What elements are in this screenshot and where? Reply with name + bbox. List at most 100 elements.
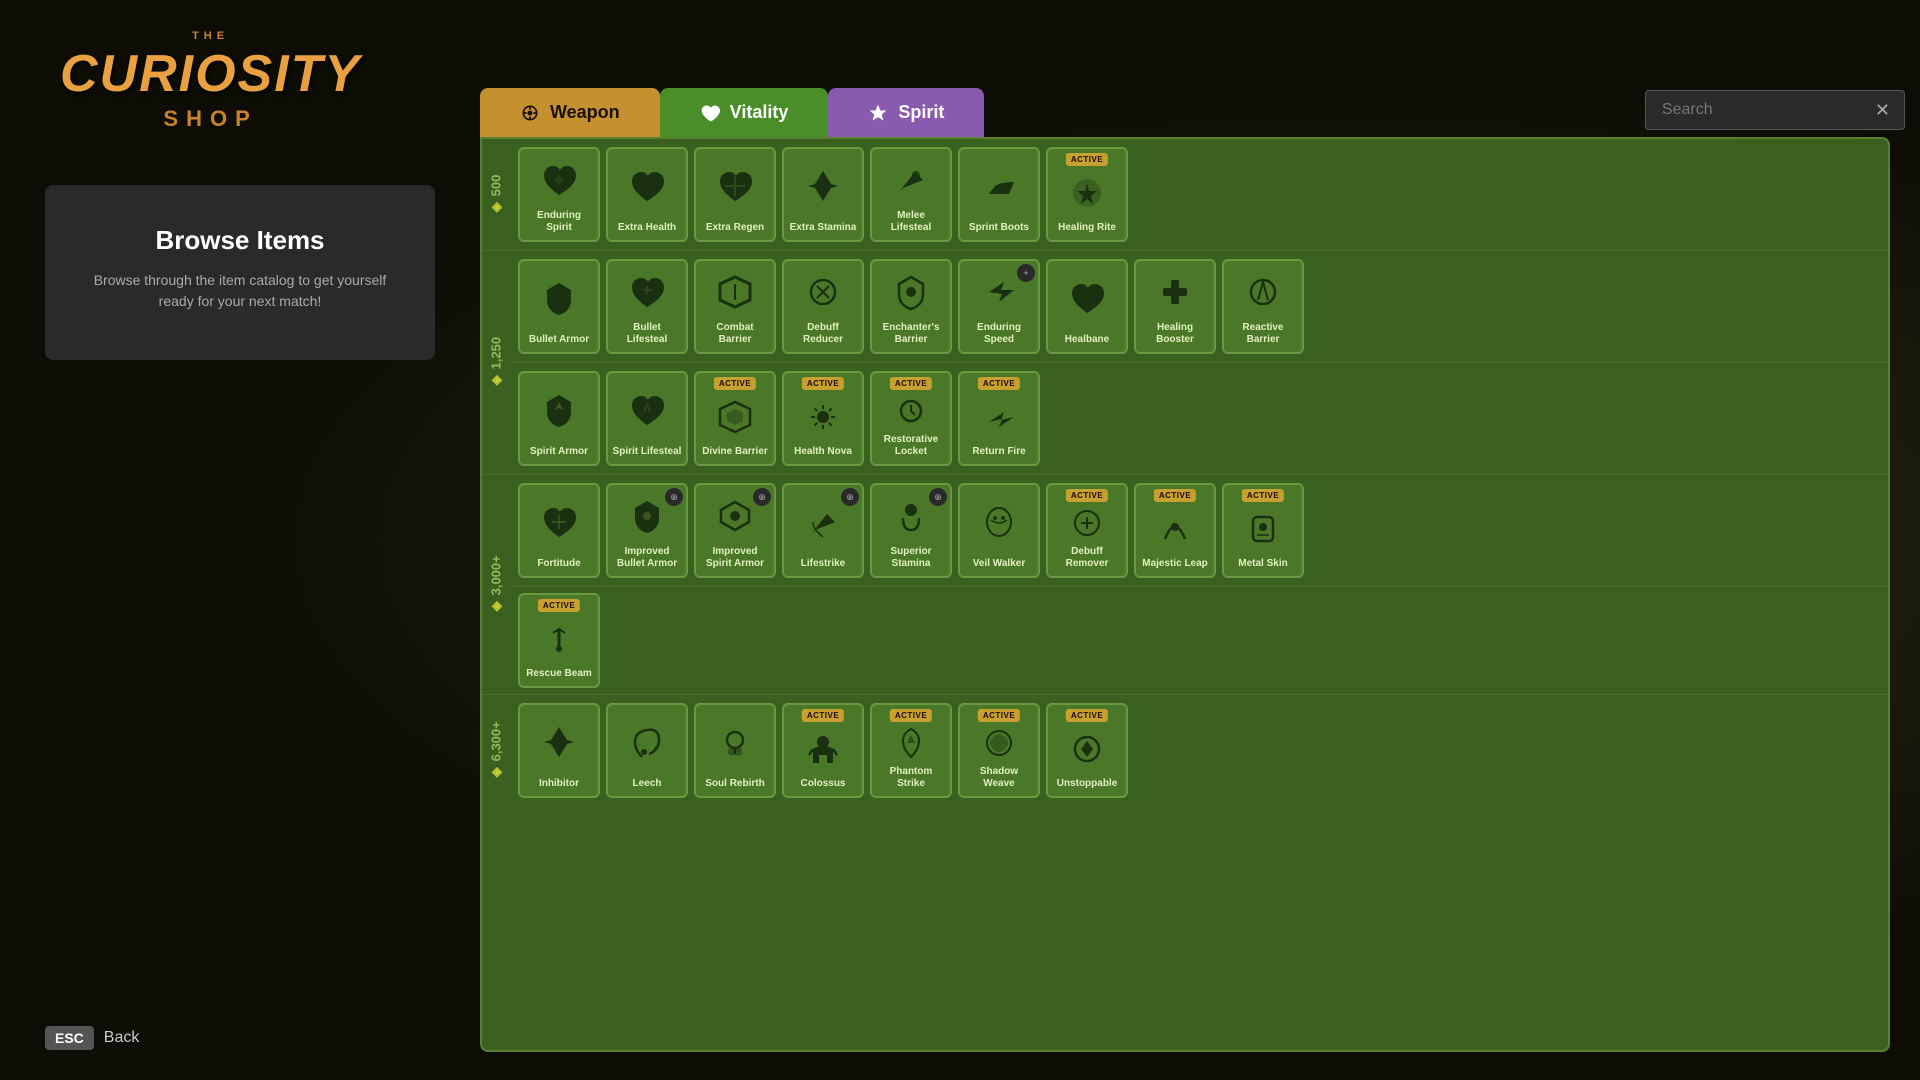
- back-button-area[interactable]: ESC Back: [45, 1026, 139, 1050]
- item-leech[interactable]: Leech: [606, 703, 688, 798]
- item-soul-rebirth[interactable]: Soul Rebirth: [694, 703, 776, 798]
- item-unstoppable[interactable]: ACTIVE Unstoppable: [1046, 703, 1128, 798]
- item-reactive-barrier[interactable]: Reactive Barrier: [1222, 259, 1304, 354]
- price-label-1250: ◈ 1,250: [482, 251, 510, 474]
- item-extra-health[interactable]: Extra Health: [606, 147, 688, 242]
- item-enduring-speed[interactable]: + Enduring Speed: [958, 259, 1040, 354]
- item-name-veil-walker: Veil Walker: [969, 558, 1029, 570]
- tabs-container: Weapon Vitality Spirit: [480, 88, 984, 137]
- item-name-colossus: Colossus: [796, 778, 849, 790]
- price-label-6300: ◈ 6,300+: [482, 695, 510, 806]
- item-melee-lifesteal[interactable]: Melee Lifesteal: [870, 147, 952, 242]
- item-restorative-locket[interactable]: ACTIVE Restorative Locket: [870, 371, 952, 466]
- logo-the: THE: [60, 30, 361, 43]
- logo-curiosity: CURIOSITY: [60, 43, 361, 105]
- health-nova-active-badge: ACTIVE: [802, 377, 844, 390]
- item-lifestrike[interactable]: ⊕ Lifestrike: [782, 483, 864, 578]
- price-section-500: ◈ 500 Enduring Spirit Extra Health Extra…: [482, 139, 1888, 251]
- item-spirit-armor[interactable]: Spirit Armor: [518, 371, 600, 466]
- item-name-majestic-leap: Majestic Leap: [1138, 558, 1212, 570]
- item-name-healing-booster: Healing Booster: [1136, 322, 1214, 346]
- item-extra-regen[interactable]: Extra Regen: [694, 147, 776, 242]
- item-improved-bullet-armor[interactable]: ⊕ Improved Bullet Armor: [606, 483, 688, 578]
- item-bullet-armor[interactable]: Bullet Armor: [518, 259, 600, 354]
- item-name-extra-regen: Extra Regen: [702, 222, 768, 234]
- item-sprint-boots[interactable]: Sprint Boots: [958, 147, 1040, 242]
- phantom-strike-active-badge: ACTIVE: [890, 709, 932, 722]
- item-health-nova[interactable]: ACTIVE Health Nova: [782, 371, 864, 466]
- item-rescue-beam[interactable]: ACTIVE Rescue Beam: [518, 593, 600, 688]
- item-name-unstoppable: Unstoppable: [1053, 778, 1122, 790]
- tab-spirit[interactable]: Spirit: [828, 88, 984, 137]
- colossus-active-badge: ACTIVE: [802, 709, 844, 722]
- search-bar[interactable]: ✕: [1645, 90, 1890, 130]
- metal-skin-active-badge: ACTIVE: [1242, 489, 1284, 502]
- item-healing-rite[interactable]: ACTIVE Healing Rite: [1046, 147, 1128, 242]
- rescue-beam-active-badge: ACTIVE: [538, 599, 580, 612]
- item-name-return-fire: Return Fire: [968, 446, 1029, 458]
- item-name-combat-barrier: Combat Barrier: [696, 322, 774, 346]
- item-name-leech: Leech: [629, 778, 666, 790]
- logo-shop: SHOP: [60, 106, 361, 132]
- divine-barrier-active-badge: ACTIVE: [714, 377, 756, 390]
- item-fortitude[interactable]: Fortitude: [518, 483, 600, 578]
- item-shadow-weave[interactable]: ACTIVE Shadow Weave: [958, 703, 1040, 798]
- item-debuff-remover[interactable]: ACTIVE Debuff Remover: [1046, 483, 1128, 578]
- item-debuff-reducer[interactable]: Debuff Reducer: [782, 259, 864, 354]
- price-label-500: ◈ 500: [482, 139, 510, 250]
- item-name-improved-spirit-armor: Improved Spirit Armor: [696, 546, 774, 570]
- item-combat-barrier[interactable]: Combat Barrier: [694, 259, 776, 354]
- unstoppable-active-badge: ACTIVE: [1066, 709, 1108, 722]
- item-improved-spirit-armor[interactable]: ⊕ Improved Spirit Armor: [694, 483, 776, 578]
- item-name-enduring-speed: Enduring Speed: [960, 322, 1038, 346]
- debuff-remover-active-badge: ACTIVE: [1066, 489, 1108, 502]
- price-label-3000: ◈ 3,000+: [482, 475, 510, 694]
- items-row-1250b: Spirit Armor Spirit Lifesteal ACTIVE Div…: [510, 362, 1888, 474]
- item-divine-barrier[interactable]: ACTIVE Divine Barrier: [694, 371, 776, 466]
- search-input[interactable]: [1645, 90, 1905, 130]
- item-name-divine-barrier: Divine Barrier: [698, 446, 772, 458]
- item-name-restorative-locket: Restorative Locket: [872, 434, 950, 458]
- item-healbane[interactable]: Healbane: [1046, 259, 1128, 354]
- item-name-inhibitor: Inhibitor: [535, 778, 583, 790]
- item-name-bullet-armor: Bullet Armor: [525, 334, 593, 346]
- item-phantom-strike[interactable]: ACTIVE Phantom Strike: [870, 703, 952, 798]
- search-close-button[interactable]: ✕: [1875, 100, 1890, 121]
- item-healing-booster[interactable]: Healing Booster: [1134, 259, 1216, 354]
- item-name-melee-lifesteal: Melee Lifesteal: [872, 210, 950, 234]
- item-spirit-lifesteal[interactable]: Spirit Lifesteal: [606, 371, 688, 466]
- item-name-lifestrike: Lifestrike: [797, 558, 849, 570]
- item-name-fortitude: Fortitude: [533, 558, 584, 570]
- item-metal-skin[interactable]: ACTIVE Metal Skin: [1222, 483, 1304, 578]
- tab-spirit-label: Spirit: [898, 102, 944, 123]
- tab-vitality-label: Vitality: [730, 102, 789, 123]
- browse-title: Browse Items: [80, 225, 400, 256]
- tab-weapon[interactable]: Weapon: [480, 88, 660, 137]
- back-label: Back: [104, 1029, 140, 1047]
- item-name-debuff-remover: Debuff Remover: [1048, 546, 1126, 570]
- healing-rite-active-badge: ACTIVE: [1066, 153, 1108, 166]
- majestic-leap-active-badge: ACTIVE: [1154, 489, 1196, 502]
- tab-vitality[interactable]: Vitality: [660, 88, 829, 137]
- item-enchanters-barrier[interactable]: Enchanter's Barrier: [870, 259, 952, 354]
- item-superior-stamina[interactable]: ⊕ Superior Stamina: [870, 483, 952, 578]
- content-scroll[interactable]: ◈ 500 Enduring Spirit Extra Health Extra…: [482, 139, 1888, 1050]
- item-bullet-lifesteal[interactable]: Bullet Lifesteal: [606, 259, 688, 354]
- content-area: ◈ 500 Enduring Spirit Extra Health Extra…: [480, 137, 1890, 1052]
- item-name-shadow-weave: Shadow Weave: [960, 766, 1038, 790]
- item-inhibitor[interactable]: Inhibitor: [518, 703, 600, 798]
- browse-description: Browse through the item catalog to get y…: [80, 270, 400, 312]
- price-section-6300: ◈ 6,300+ Inhibitor Leech Soul Rebirth: [482, 695, 1888, 806]
- browse-panel: Browse Items Browse through the item cat…: [45, 185, 435, 360]
- item-colossus[interactable]: ACTIVE Colossus: [782, 703, 864, 798]
- item-name-spirit-armor: Spirit Armor: [526, 446, 592, 458]
- item-extra-stamina[interactable]: Extra Stamina: [782, 147, 864, 242]
- item-name-extra-stamina: Extra Stamina: [786, 222, 861, 234]
- item-enduring-spirit[interactable]: Enduring Spirit: [518, 147, 600, 242]
- item-name-enduring-spirit: Enduring Spirit: [520, 210, 598, 234]
- item-return-fire[interactable]: ACTIVE Return Fire: [958, 371, 1040, 466]
- item-veil-walker[interactable]: Veil Walker: [958, 483, 1040, 578]
- item-name-health-nova: Health Nova: [790, 446, 856, 458]
- item-majestic-leap[interactable]: ACTIVE Majestic Leap: [1134, 483, 1216, 578]
- item-name-enchanters-barrier: Enchanter's Barrier: [872, 322, 950, 346]
